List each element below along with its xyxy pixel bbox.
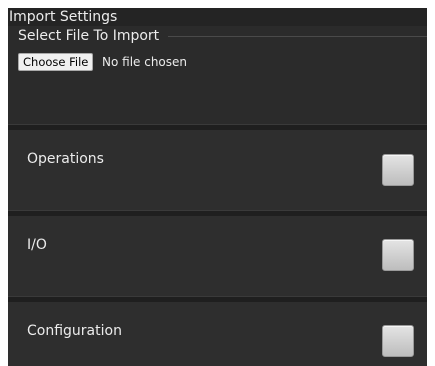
legend-divider — [168, 36, 427, 37]
operations-checkbox[interactable] — [382, 154, 414, 186]
file-status-text: No file chosen — [102, 55, 188, 69]
row-configuration-label: Configuration — [27, 323, 122, 339]
io-checkbox[interactable] — [382, 239, 414, 271]
configuration-checkbox[interactable] — [382, 325, 414, 357]
row-configuration: Configuration — [8, 302, 427, 366]
file-import-section: Select File To Import Choose File No fil… — [8, 26, 427, 124]
file-import-legend: Select File To Import — [18, 28, 160, 44]
row-operations-label: Operations — [27, 151, 104, 167]
row-operations: Operations — [8, 130, 427, 210]
choose-file-button[interactable]: Choose File — [18, 53, 94, 71]
panel-title: Import Settings — [8, 8, 427, 26]
row-io: I/O — [8, 216, 427, 296]
import-settings-panel: Import Settings Select File To Import Ch… — [8, 8, 427, 366]
row-io-label: I/O — [27, 237, 47, 253]
